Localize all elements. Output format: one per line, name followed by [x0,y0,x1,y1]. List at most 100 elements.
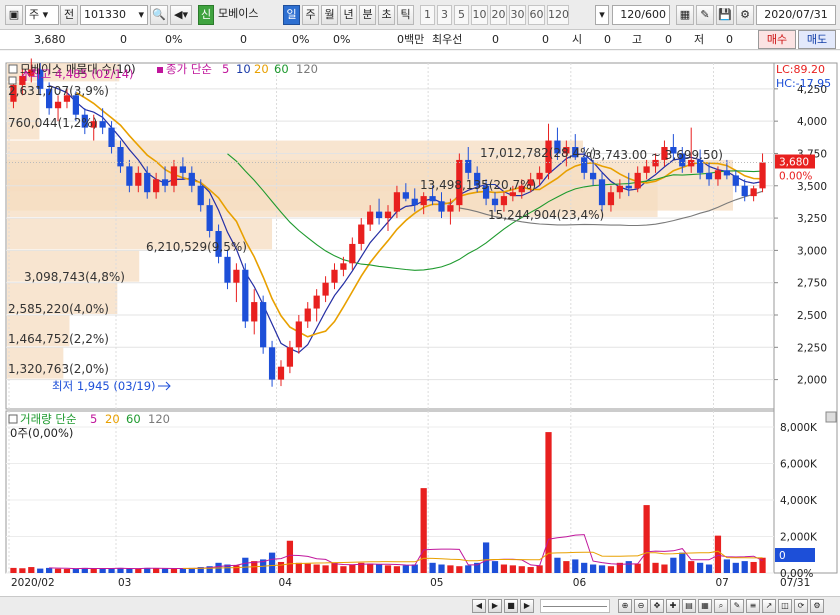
settings-icon[interactable]: ⚙ [810,599,824,613]
volume-y-tick-label: 6,000K [780,459,818,471]
volume-current-value: 0주(0,00%) [10,426,73,440]
stock-name: 모베이스 [218,7,259,20]
volume-bar [652,562,659,573]
fit-icon[interactable]: ◫ [778,599,792,613]
interval-button-3[interactable]: 10 [471,5,488,25]
candle-body [197,185,204,206]
candle-body [260,302,267,348]
scroll-last-icon[interactable]: ▶ [520,599,534,613]
save-icon[interactable]: 💾 [716,5,734,25]
interval-button-0[interactable]: 1 [420,5,435,25]
period-tab-2[interactable]: 월 [321,5,338,25]
window-icon[interactable]: ▣ [5,5,23,25]
volume-bar [705,564,713,573]
volume-bar [54,568,62,573]
x-axis-label: 2020/02 [11,577,55,589]
interval-button-7[interactable]: 120 [547,5,569,25]
candle-body [589,172,597,180]
candle-body [161,179,169,186]
interval-button-1[interactable]: 3 [437,5,452,25]
candle-body [643,166,650,173]
period-tab-1[interactable]: 주 [302,5,319,25]
pan-icon[interactable]: ✥ [650,599,664,613]
volume-bar [536,565,543,573]
volume-bar [402,565,409,573]
volume-bar [268,552,276,573]
period-tab-3[interactable]: 년 [340,5,357,25]
candle-body [393,192,401,212]
grid-icon[interactable]: ▦ [698,599,712,613]
mode-value: 주 [29,8,40,21]
arrow-icon[interactable]: ↗ [762,599,776,613]
period-tab-6[interactable]: 틱 [397,5,414,25]
candle-body [438,201,445,212]
volume-y-tick-label: 8,000K [780,422,818,434]
date-field[interactable]: 2020/07/31 [756,5,836,25]
volume-bar [19,568,26,573]
candle-body [625,185,632,189]
volume-bar [723,559,730,573]
list-icon[interactable]: ≡ [746,599,760,613]
speaker-icon[interactable]: ◀▾ [170,5,192,25]
pencil-icon[interactable]: ✎ [730,599,744,613]
volume-bar [607,566,615,573]
zoom-out-icon[interactable]: ⊖ [634,599,648,613]
period-tab-4[interactable]: 분 [359,5,376,25]
volume-panel-title: 거래량 단순 [20,412,77,426]
gear-icon[interactable]: ⚙ [736,5,754,25]
y-tick-label: 3,250 [797,213,827,225]
chart-area[interactable]: 4,250 4,000 3,750 3,500 3,250 3,000 2,750 2,500… [0,51,840,615]
stock-code-input[interactable]: 101330 ▾ [80,5,148,25]
candle-body [384,211,392,219]
scroll-first-icon[interactable]: ◀ [472,599,486,613]
interval-button-6[interactable]: 60 [528,5,545,25]
chevron-down-icon: ▾ [138,8,144,21]
zoom-in-icon[interactable]: ⊕ [618,599,632,613]
volume-bar [491,561,499,573]
volume-bar [72,568,80,573]
refresh-icon[interactable]: ⟳ [794,599,808,613]
candle-body [322,282,329,296]
candle-body [331,269,338,283]
zoom-slider[interactable] [540,599,610,613]
mode-select[interactable]: 주 ▾ [25,5,59,25]
candle-body [714,170,722,180]
volume-bar [732,562,739,573]
ma-legend-period: 5 [222,62,229,76]
candle-body [741,185,748,197]
count-field[interactable]: 120/600 [612,5,670,25]
high-annotation: 최고 4,485 (02/14) [30,67,134,81]
magnifier-icon[interactable]: ⌕ [714,599,728,613]
candle-body [313,295,320,309]
volume-bar [500,564,508,573]
buy-button[interactable]: 매수 [758,30,796,49]
candle-body [126,166,133,186]
high-label: 고 [632,33,643,46]
candle-body [375,211,383,219]
volume-profile-label: 13,498,135(20,7%) [420,178,536,192]
volume-bar [393,566,401,573]
stop-icon[interactable]: ■ [504,599,518,613]
stock-chart[interactable]: 4,2504,0003,7503,5003,2503,0002,7502,500… [0,51,840,596]
count-total: /600 [641,8,666,21]
last-price-pct: 0.00% [779,171,812,183]
open-value: 0 [604,33,611,46]
interval-button-2[interactable]: 5 [454,5,469,25]
sell-button[interactable]: 매도 [798,30,836,49]
prev-button[interactable]: 전 [60,5,78,25]
volume-y-tick-label: 4,000K [780,495,818,507]
y-tick-label: 2,250 [797,342,827,354]
zoom-slider-track [543,606,607,607]
search-icon[interactable]: 🔍 [150,5,168,25]
cross-icon[interactable]: ✚ [666,599,680,613]
period-tab-0[interactable]: 일 [283,5,300,25]
drawing-tool-icon[interactable]: ✎ [696,5,714,25]
ma-legend-label: 종가 단순 [166,62,212,76]
scroll-next-icon[interactable]: ▶ [488,599,502,613]
interval-button-4[interactable]: 20 [490,5,507,25]
interval-button-5[interactable]: 30 [509,5,526,25]
dropdown-icon[interactable]: ▾ [595,5,609,25]
ruler-icon[interactable]: ▤ [682,599,696,613]
chart-settings-icon[interactable]: ▦ [676,5,694,25]
period-tab-5[interactable]: 초 [378,5,395,25]
